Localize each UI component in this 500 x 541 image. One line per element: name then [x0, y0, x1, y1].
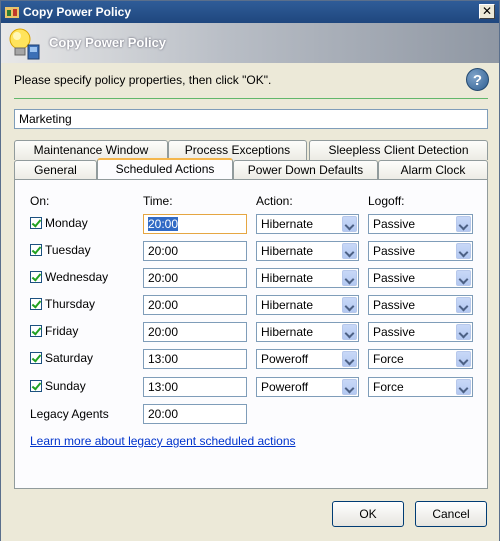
- wednesday-logoff-select[interactable]: Passive: [368, 268, 473, 288]
- chevron-down-icon[interactable]: [342, 270, 357, 286]
- tuesday-logoff-select[interactable]: Passive: [368, 241, 473, 261]
- thursday-time-input[interactable]: 20:00: [143, 295, 247, 315]
- chevron-down-icon[interactable]: [342, 243, 357, 259]
- title-bar[interactable]: Copy Power Policy ✕: [1, 1, 499, 23]
- chevron-down-icon[interactable]: [456, 216, 471, 232]
- header-banner: Copy Power Policy: [1, 23, 499, 63]
- friday-action-select[interactable]: Hibernate: [256, 322, 359, 342]
- chevron-down-icon[interactable]: [456, 270, 471, 286]
- tab-power-down-defaults[interactable]: Power Down Defaults: [233, 160, 378, 180]
- saturday-time-input[interactable]: 13:00: [143, 349, 247, 369]
- tab-general[interactable]: General: [14, 160, 97, 180]
- schedule-row-sunday: Sunday 13:00 Poweroff Force: [15, 377, 487, 399]
- chevron-down-icon[interactable]: [342, 216, 357, 232]
- friday-checkbox[interactable]: [30, 325, 42, 337]
- header-action: Action:: [256, 194, 293, 208]
- close-button[interactable]: ✕: [479, 4, 495, 19]
- help-icon[interactable]: ?: [466, 68, 489, 91]
- lightbulb-icon: [9, 28, 40, 60]
- schedule-row-tuesday: Tuesday 20:00 Hibernate Passive: [15, 241, 487, 263]
- day-label: Thursday: [45, 297, 96, 311]
- legacy-agent-help-link[interactable]: Learn more about legacy agent scheduled …: [30, 434, 296, 448]
- tab-process-exceptions[interactable]: Process Exceptions: [168, 140, 307, 160]
- monday-checkbox[interactable]: [30, 217, 42, 229]
- header-time: Time:: [143, 194, 173, 208]
- tuesday-time-input[interactable]: 20:00: [143, 241, 247, 261]
- tab-sleepless-client-detection[interactable]: Sleepless Client Detection: [309, 140, 488, 160]
- chevron-down-icon[interactable]: [342, 379, 357, 395]
- chevron-down-icon[interactable]: [342, 324, 357, 340]
- day-label: Monday: [45, 216, 88, 230]
- policy-name-input[interactable]: Marketing: [14, 109, 488, 129]
- tuesday-checkbox[interactable]: [30, 244, 42, 256]
- window-title: Copy Power Policy: [23, 5, 132, 19]
- ok-button[interactable]: OK: [332, 501, 404, 527]
- monday-logoff-select[interactable]: Passive: [368, 214, 473, 234]
- tuesday-action-select[interactable]: Hibernate: [256, 241, 359, 261]
- saturday-action-select[interactable]: Poweroff: [256, 349, 359, 369]
- dialog-content: Please specify policy properties, then c…: [1, 63, 499, 541]
- header-logoff: Logoff:: [368, 194, 405, 208]
- thursday-action-select[interactable]: Hibernate: [256, 295, 359, 315]
- monday-action-select[interactable]: Hibernate: [256, 214, 359, 234]
- day-label: Tuesday: [45, 243, 91, 257]
- chevron-down-icon[interactable]: [456, 351, 471, 367]
- sunday-time-input[interactable]: 13:00: [143, 377, 247, 397]
- divider-line: [14, 98, 488, 99]
- scheduled-actions-panel: On: Time: Action: Logoff: Monday 20:00 H…: [14, 179, 488, 489]
- wednesday-time-input[interactable]: 20:00: [143, 268, 247, 288]
- friday-logoff-select[interactable]: Passive: [368, 322, 473, 342]
- dialog-window: Copy Power Policy ✕ Copy Power Policy Pl…: [0, 0, 500, 541]
- chevron-down-icon[interactable]: [342, 351, 357, 367]
- legacy-agents-time-input[interactable]: 20:00: [143, 404, 247, 424]
- wednesday-action-select[interactable]: Hibernate: [256, 268, 359, 288]
- schedule-row-saturday: Saturday 13:00 Poweroff Force: [15, 349, 487, 371]
- tab-scheduled-actions[interactable]: Scheduled Actions: [97, 158, 233, 179]
- tab-alarm-clock[interactable]: Alarm Clock: [378, 160, 488, 180]
- thursday-logoff-select[interactable]: Passive: [368, 295, 473, 315]
- sunday-action-select[interactable]: Poweroff: [256, 377, 359, 397]
- close-icon: ✕: [481, 4, 493, 18]
- day-label: Wednesday: [45, 270, 109, 284]
- day-label: Sunday: [45, 379, 86, 393]
- wednesday-checkbox[interactable]: [30, 271, 42, 283]
- banner-title: Copy Power Policy: [49, 35, 167, 50]
- chevron-down-icon[interactable]: [456, 243, 471, 259]
- chevron-down-icon[interactable]: [456, 297, 471, 313]
- instruction-text: Please specify policy properties, then c…: [14, 73, 272, 87]
- schedule-row-thursday: Thursday 20:00 Hibernate Passive: [15, 295, 487, 317]
- schedule-row-wednesday: Wednesday 20:00 Hibernate Passive: [15, 268, 487, 290]
- app-icon: [5, 7, 19, 18]
- chevron-down-icon[interactable]: [456, 379, 471, 395]
- sunday-logoff-select[interactable]: Force: [368, 377, 473, 397]
- chevron-down-icon[interactable]: [456, 324, 471, 340]
- chevron-down-icon[interactable]: [342, 297, 357, 313]
- day-label: Friday: [45, 324, 79, 338]
- tab-maintenance-window[interactable]: Maintenance Window: [14, 140, 168, 160]
- schedule-row-monday: Monday 20:00 Hibernate Passive: [15, 214, 487, 236]
- day-label: Saturday: [45, 351, 94, 365]
- header-on: On:: [30, 194, 50, 208]
- schedule-row-friday: Friday 20:00 Hibernate Passive: [15, 322, 487, 344]
- cancel-button[interactable]: Cancel: [415, 501, 487, 527]
- monday-time-input[interactable]: 20:00: [143, 214, 247, 234]
- legacy-agents-label: Legacy Agents: [30, 407, 109, 421]
- sunday-checkbox[interactable]: [30, 380, 42, 392]
- thursday-checkbox[interactable]: [30, 298, 42, 310]
- saturday-logoff-select[interactable]: Force: [368, 349, 473, 369]
- saturday-checkbox[interactable]: [30, 352, 42, 364]
- friday-time-input[interactable]: 20:00: [143, 322, 247, 342]
